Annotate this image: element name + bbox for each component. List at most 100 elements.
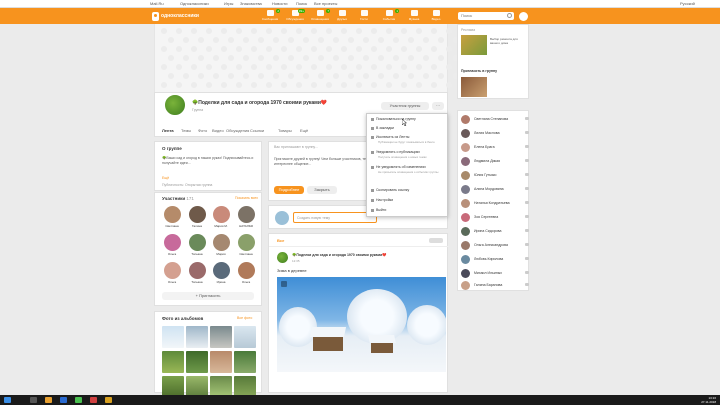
friend-item[interactable]: Михаил Ильиных — [461, 268, 529, 279]
friend-item[interactable]: Любовь Кирилова — [461, 254, 529, 265]
friend-item[interactable]: Алина Мордовина — [461, 184, 529, 195]
member-item[interactable]: Ольга — [162, 262, 182, 284]
feed-filter-toggle[interactable] — [429, 238, 443, 243]
album-photo[interactable] — [234, 351, 256, 373]
tab-more[interactable]: Ещё — [300, 128, 308, 133]
video-call-icon[interactable] — [525, 215, 529, 218]
tab-feed[interactable]: Лента — [162, 128, 174, 133]
language-selector[interactable]: Русский — [680, 1, 695, 6]
more-options-button[interactable]: ··· — [432, 102, 444, 110]
member-item[interactable]: Светлана — [162, 206, 182, 228]
member-item[interactable]: Светлана — [236, 234, 256, 256]
member-item[interactable]: Ирина — [211, 262, 231, 284]
app-icon[interactable] — [90, 397, 97, 403]
video-call-icon[interactable] — [525, 243, 529, 246]
member-item[interactable]: Ольга — [236, 262, 256, 284]
video-call-icon[interactable] — [525, 257, 529, 260]
nav-notifications[interactable]: Оповещения 7 — [309, 9, 331, 23]
topbar-link[interactable]: Поиск — [296, 1, 307, 6]
topbar-link[interactable]: Игры — [224, 1, 233, 6]
video-call-icon[interactable] — [525, 187, 529, 190]
friend-item[interactable]: Людмила Дикая — [461, 156, 529, 167]
group-avatar[interactable] — [163, 93, 187, 117]
windows-start-icon[interactable] — [4, 397, 11, 403]
video-call-icon[interactable] — [525, 159, 529, 162]
video-call-icon[interactable] — [525, 131, 529, 134]
topbar-link[interactable]: Все проекты — [314, 1, 337, 6]
member-item[interactable]: Ольга — [162, 234, 182, 256]
member-item[interactable]: Татьяна — [187, 234, 207, 256]
topbar-link[interactable]: Новости — [272, 1, 287, 6]
member-item[interactable]: Галина — [187, 206, 207, 228]
post-author-avatar[interactable] — [277, 252, 288, 263]
site-logo[interactable]: одноклассники — [152, 11, 199, 21]
explorer-icon[interactable] — [45, 397, 52, 403]
friend-item[interactable]: Зоя Сергеевна — [461, 212, 529, 223]
browser-icon[interactable] — [75, 397, 82, 403]
menu-item-mute[interactable]: Не уведомлять об изменениях — [371, 165, 426, 169]
video-call-icon[interactable] — [525, 145, 529, 148]
search-icon[interactable] — [30, 397, 37, 403]
tab-discussions[interactable]: Обсуждения — [226, 128, 249, 133]
video-call-icon[interactable] — [525, 271, 529, 274]
video-call-icon[interactable] — [525, 173, 529, 176]
album-photo[interactable] — [162, 326, 184, 348]
friend-item[interactable]: Лилия Маслова — [461, 128, 529, 139]
app-icon[interactable] — [60, 397, 67, 403]
album-photo[interactable] — [210, 351, 232, 373]
menu-item-leave[interactable]: Выйти — [371, 208, 386, 212]
topbar-link[interactable]: Знакомства — [240, 1, 262, 6]
menu-item-bookmark[interactable]: В закладки — [371, 126, 394, 130]
menu-item-settings[interactable]: Настройки — [371, 198, 393, 202]
ad-image[interactable] — [461, 35, 487, 55]
user-avatar[interactable] — [519, 12, 528, 21]
member-item[interactable]: Мария М. — [211, 206, 231, 228]
member-item[interactable]: НАТАЛЬЯ — [236, 206, 256, 228]
invite-members-button[interactable]: + Пригласить — [162, 292, 254, 300]
system-clock[interactable]: 13:16 27.11.2018 — [701, 396, 716, 404]
tab-photos[interactable]: Фото — [198, 128, 207, 133]
menu-item-exclude-feed[interactable]: Исключить из Ленты — [371, 135, 409, 139]
nav-guests[interactable]: Гости — [353, 10, 375, 23]
member-item[interactable]: Татьяна — [187, 262, 207, 284]
menu-item-report[interactable]: Пожаловаться на группу — [371, 117, 416, 121]
topbar-link[interactable]: Одноклассники — [180, 1, 209, 6]
album-photo[interactable] — [234, 326, 256, 348]
friend-item[interactable]: Юлия Гутьяко — [461, 170, 529, 181]
tab-topics[interactable]: Темы — [181, 128, 191, 133]
tab-video[interactable]: Видео — [212, 128, 224, 133]
app-icon[interactable] — [105, 397, 112, 403]
album-photo[interactable] — [186, 326, 208, 348]
members-show-all-link[interactable]: Показать всех — [235, 196, 258, 200]
topbar-link[interactable]: Mail.Ru — [150, 1, 164, 6]
friend-item[interactable]: Светлана Степанова — [461, 114, 529, 125]
friend-item[interactable]: Елена Брага — [461, 142, 529, 153]
album-photo[interactable] — [186, 351, 208, 373]
decline-button[interactable]: Закрыть — [307, 186, 337, 194]
friend-item[interactable]: Ирина Сидорова — [461, 226, 529, 237]
post-author[interactable]: 🌳Поделки для сада и огорода 1970 своими … — [292, 253, 387, 257]
post-image[interactable] — [277, 277, 446, 372]
search-input[interactable]: Поиск — [458, 12, 514, 20]
album-photo[interactable] — [162, 351, 184, 373]
video-call-icon[interactable] — [525, 201, 529, 204]
menu-item-copy-link[interactable]: Скопировать ссылку — [371, 188, 409, 192]
ad-text[interactable]: Выбор ремонта для вашего дома — [490, 37, 527, 45]
nav-messages[interactable]: Сообщения 2 — [259, 9, 281, 23]
video-call-icon[interactable] — [525, 117, 529, 120]
friend-item[interactable]: Ольга Александрова — [461, 240, 529, 251]
search-icon[interactable] — [507, 13, 512, 18]
nav-friends[interactable]: Друзья — [331, 10, 353, 23]
menu-item-notify[interactable]: Уведомлять о публикациях — [371, 150, 420, 154]
about-more-link[interactable]: Ещё — [162, 176, 169, 180]
friend-item[interactable]: Наталья Кондратьева — [461, 198, 529, 209]
accept-button[interactable]: Подробнее — [274, 186, 304, 194]
video-call-icon[interactable] — [525, 283, 529, 286]
member-item[interactable]: Мария — [211, 234, 231, 256]
photos-show-all-link[interactable]: Все фото — [237, 316, 252, 320]
tab-goods[interactable]: Товары — [278, 128, 292, 133]
promo-image[interactable] — [461, 77, 487, 97]
feed-filter-all[interactable]: Все — [277, 238, 284, 243]
new-topic-input[interactable]: Создать новую тему — [293, 212, 377, 223]
nav-music[interactable]: Музыка — [403, 10, 425, 23]
